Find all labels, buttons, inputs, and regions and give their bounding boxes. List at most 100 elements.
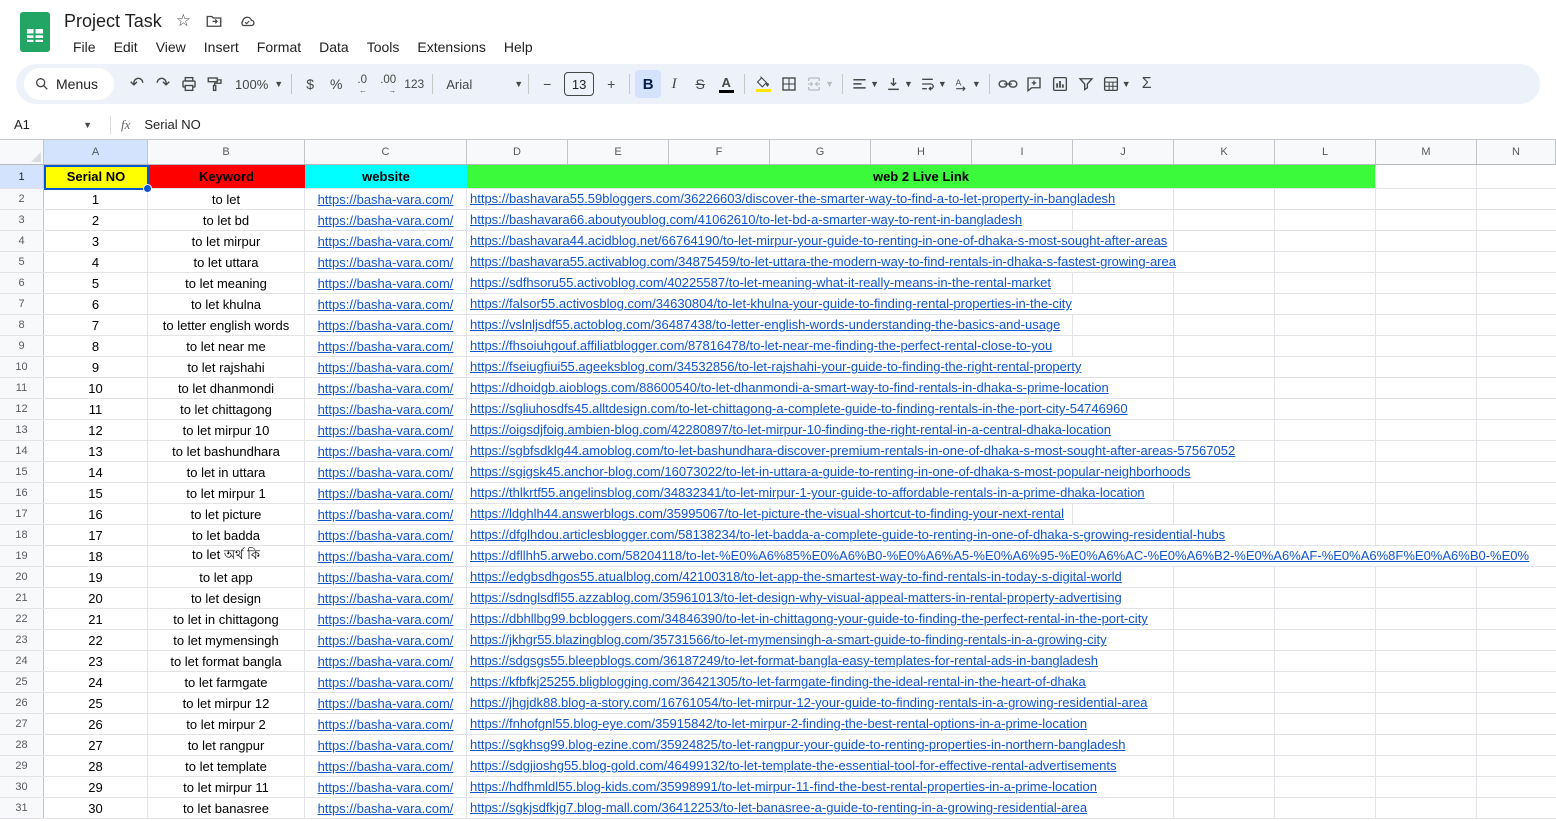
cell-serial[interactable]: 25 <box>44 693 148 713</box>
live-link[interactable]: https://sgbfsdklg44.amoblog.com/to-let-b… <box>467 441 1239 461</box>
cell-live-link[interactable]: https://dfllhh5.arwebo.com/58204118/to-l… <box>467 546 1478 566</box>
cell-keyword[interactable]: to let mirpur 12 <box>148 693 305 713</box>
website-link[interactable]: https://basha-vara.com/ <box>318 255 454 270</box>
cell-serial[interactable]: 7 <box>44 315 148 335</box>
cell-keyword[interactable]: to let dhanmondi <box>148 378 305 398</box>
live-link[interactable]: https://bashavara55.activablog.com/34875… <box>467 252 1180 272</box>
row-number[interactable]: 18 <box>0 525 44 545</box>
menu-extensions[interactable]: Extensions <box>408 36 494 58</box>
cell-keyword[interactable]: to let format bangla <box>148 651 305 671</box>
cell-live-link[interactable]: https://ldghlh44.answerblogs.com/3599506… <box>467 504 1478 524</box>
live-link[interactable]: https://jkhgr55.blazingblog.com/35731566… <box>467 630 1111 650</box>
cell-live-link[interactable]: https://sgkjsdfkjg7.blog-mall.com/364122… <box>467 798 1478 818</box>
column-header-E[interactable]: E <box>568 140 669 164</box>
cell-serial[interactable]: 14 <box>44 462 148 482</box>
website-link[interactable]: https://basha-vara.com/ <box>318 402 454 417</box>
website-link[interactable]: https://basha-vara.com/ <box>318 780 454 795</box>
cell-keyword[interactable]: to let mymensingh <box>148 630 305 650</box>
cell-keyword[interactable]: to let mirpur 10 <box>148 420 305 440</box>
live-link[interactable]: https://dhoidgb.aioblogs.com/88600540/to… <box>467 378 1113 398</box>
menu-data[interactable]: Data <box>310 36 358 58</box>
live-link[interactable]: https://vslnljsdf55.actoblog.com/3648743… <box>467 315 1064 335</box>
row-number[interactable]: 31 <box>0 798 44 818</box>
website-link[interactable]: https://basha-vara.com/ <box>318 675 454 690</box>
live-link[interactable]: https://hdfhmldl55.blog-kids.com/3599899… <box>467 777 1101 797</box>
header-serial[interactable]: Serial NO <box>44 165 148 188</box>
website-link[interactable]: https://basha-vara.com/ <box>318 297 454 312</box>
header-website[interactable]: website <box>305 165 467 188</box>
cell-keyword[interactable]: to let mirpur 1 <box>148 483 305 503</box>
live-link[interactable]: https://sgigsk45.anchor-blog.com/1607302… <box>467 462 1194 482</box>
functions-button[interactable]: Σ <box>1134 70 1160 98</box>
cell-website[interactable]: https://basha-vara.com/ <box>305 546 467 566</box>
cell-keyword[interactable]: to let <box>148 189 305 209</box>
live-link[interactable]: https://fseiugfiui55.ageeksblog.com/3453… <box>467 357 1085 377</box>
cell-serial[interactable]: 17 <box>44 525 148 545</box>
cell-website[interactable]: https://basha-vara.com/ <box>305 231 467 251</box>
cell-website[interactable]: https://basha-vara.com/ <box>305 672 467 692</box>
chevron-down-icon[interactable]: ▼ <box>514 79 523 89</box>
cell-website[interactable]: https://basha-vara.com/ <box>305 483 467 503</box>
live-link[interactable]: https://sgkjsdfkjg7.blog-mall.com/364122… <box>467 798 1091 818</box>
live-link[interactable]: https://dbhllbg99.bcbloggers.com/3484639… <box>467 609 1152 629</box>
cell-keyword[interactable]: to let app <box>148 567 305 587</box>
cell-serial[interactable]: 10 <box>44 378 148 398</box>
row-number[interactable]: 13 <box>0 420 44 440</box>
text-wrap-button[interactable]: ▼ <box>916 70 950 98</box>
live-link[interactable]: https://fnhofgnl55.blog-eye.com/35915842… <box>467 714 1091 734</box>
menu-help[interactable]: Help <box>495 36 542 58</box>
cell-live-link[interactable]: https://jhgjdk88.blog-a-story.com/167610… <box>467 693 1478 713</box>
paint-format-button[interactable] <box>202 70 228 98</box>
cell-serial[interactable]: 11 <box>44 399 148 419</box>
cell-live-link[interactable]: https://hdfhmldl55.blog-kids.com/3599899… <box>467 777 1478 797</box>
cell-website[interactable]: https://basha-vara.com/ <box>305 189 467 209</box>
row-number[interactable]: 3 <box>0 210 44 230</box>
row-number[interactable]: 7 <box>0 294 44 314</box>
row-number[interactable]: 8 <box>0 315 44 335</box>
cell-live-link[interactable]: https://edgbsdhgos55.atualblog.com/42100… <box>467 567 1478 587</box>
cell-serial[interactable]: 21 <box>44 609 148 629</box>
website-link[interactable]: https://basha-vara.com/ <box>318 465 454 480</box>
cell-live-link[interactable]: https://bashavara55.59bloggers.com/36226… <box>467 189 1478 209</box>
header-empty-n[interactable] <box>1477 165 1556 188</box>
sheets-logo-icon[interactable] <box>20 12 50 52</box>
redo-button[interactable]: ↷ <box>150 70 176 98</box>
row-number[interactable]: 17 <box>0 504 44 524</box>
decrease-decimal-button[interactable]: .0← <box>349 70 375 98</box>
cell-live-link[interactable]: https://jkhgr55.blazingblog.com/35731566… <box>467 630 1478 650</box>
cell-website[interactable]: https://basha-vara.com/ <box>305 714 467 734</box>
row-number[interactable]: 19 <box>0 546 44 566</box>
cell-live-link[interactable]: https://dfglhdou.articlesblogger.com/581… <box>467 525 1478 545</box>
cell-keyword[interactable]: to let mirpur <box>148 231 305 251</box>
cell-keyword[interactable]: to let অর্থ কি <box>148 546 305 566</box>
column-header-H[interactable]: H <box>871 140 972 164</box>
cell-website[interactable]: https://basha-vara.com/ <box>305 588 467 608</box>
increase-decimal-button[interactable]: .00→ <box>375 70 401 98</box>
cell-serial[interactable]: 13 <box>44 441 148 461</box>
website-link[interactable]: https://basha-vara.com/ <box>318 654 454 669</box>
column-header-B[interactable]: B <box>148 140 305 164</box>
live-link[interactable]: https://sgkhsg99.blog-ezine.com/35924825… <box>467 735 1129 755</box>
website-link[interactable]: https://basha-vara.com/ <box>318 360 454 375</box>
menu-file[interactable]: File <box>64 36 105 58</box>
cell-live-link[interactable]: https://bashavara55.activablog.com/34875… <box>467 252 1478 272</box>
row-number[interactable]: 12 <box>0 399 44 419</box>
website-link[interactable]: https://basha-vara.com/ <box>318 276 454 291</box>
cell-keyword[interactable]: to let khulna <box>148 294 305 314</box>
row-number[interactable]: 4 <box>0 231 44 251</box>
website-link[interactable]: https://basha-vara.com/ <box>318 234 454 249</box>
menu-tools[interactable]: Tools <box>358 36 409 58</box>
cell-live-link[interactable]: https://sdfhsoru55.activoblog.com/402255… <box>467 273 1478 293</box>
cell-live-link[interactable]: https://sdgsgs55.bleepblogs.com/36187249… <box>467 651 1478 671</box>
row-number[interactable]: 25 <box>0 672 44 692</box>
column-header-N[interactable]: N <box>1477 140 1556 164</box>
cell-live-link[interactable]: https://sgliuhosdfs45.alltdesign.com/to-… <box>467 399 1478 419</box>
cell-keyword[interactable]: to let banasree <box>148 798 305 818</box>
cell-serial[interactable]: 3 <box>44 231 148 251</box>
cell-live-link[interactable]: https://sdnglsdfl55.azzablog.com/3596101… <box>467 588 1478 608</box>
live-link[interactable]: https://falsor55.activosblog.com/3463080… <box>467 294 1076 314</box>
row-number[interactable]: 5 <box>0 252 44 272</box>
strikethrough-button[interactable]: S <box>687 70 713 98</box>
cell-serial[interactable]: 6 <box>44 294 148 314</box>
cell-live-link[interactable]: https://sgkhsg99.blog-ezine.com/35924825… <box>467 735 1478 755</box>
